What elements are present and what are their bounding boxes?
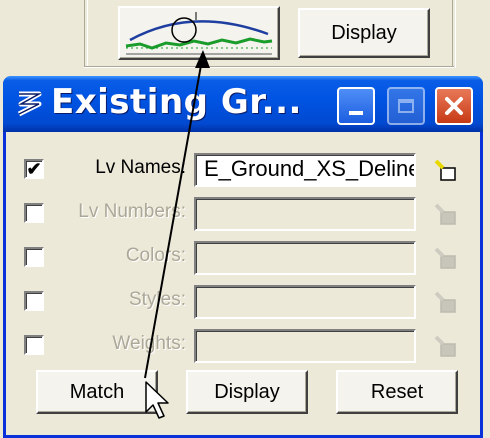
row-lv-names: ✔ Lv Names: E_Ground_XS_Deline — [6, 147, 480, 191]
panel-divider-right — [452, 0, 456, 68]
display-button-label: Display — [214, 380, 280, 403]
pick-element-icon — [434, 335, 456, 357]
profile-preview-button[interactable] — [118, 6, 280, 60]
reset-button[interactable]: Reset — [336, 370, 458, 414]
profile-graphic-icon — [122, 10, 276, 56]
row-weights: Weights: — [6, 323, 480, 367]
window-title: Existing Gr... — [51, 82, 302, 122]
row-styles: Styles: — [6, 279, 480, 323]
weights-checkbox[interactable] — [24, 335, 44, 355]
display-button-top[interactable]: Display — [298, 8, 430, 58]
styles-field — [194, 285, 416, 319]
pick-element-icon — [434, 203, 456, 225]
row-colors: Colors: — [6, 235, 480, 279]
app-icon — [17, 91, 42, 117]
colors-label: Colors: — [125, 245, 186, 266]
lv-numbers-field — [194, 197, 416, 231]
weights-field — [194, 329, 416, 363]
colors-checkbox[interactable] — [24, 247, 44, 267]
close-icon — [445, 97, 463, 115]
maximize-icon — [398, 99, 414, 113]
styles-checkbox[interactable] — [24, 291, 44, 311]
pick-element-icon — [434, 291, 456, 313]
background-panel: Display — [0, 0, 490, 78]
minimize-button[interactable] — [337, 87, 375, 125]
close-button[interactable] — [435, 87, 473, 125]
lv-numbers-label: Lv Numbers: — [78, 201, 186, 222]
lv-names-label: Lv Names: — [95, 157, 186, 178]
match-button[interactable]: Match — [36, 370, 158, 414]
display-button-top-label: Display — [331, 21, 397, 44]
pick-element-icon — [434, 247, 456, 269]
styles-label: Styles: — [128, 289, 186, 310]
row-lv-numbers: Lv Numbers: — [6, 191, 480, 235]
weights-label: Weights: — [112, 333, 186, 354]
title-bar[interactable]: Existing Gr... — [3, 76, 483, 132]
colors-field — [194, 241, 416, 275]
minimize-icon — [349, 111, 363, 115]
pick-element-icon[interactable] — [434, 159, 460, 183]
existing-ground-dialog: Existing Gr... ✔ Lv Names: E_Ground_XS_D… — [3, 76, 483, 438]
reset-button-label: Reset — [370, 380, 424, 403]
panel-divider-left — [84, 0, 88, 68]
lv-names-field[interactable]: E_Ground_XS_Deline — [194, 153, 416, 187]
display-button[interactable]: Display — [186, 370, 308, 414]
maximize-button — [387, 87, 425, 125]
lv-numbers-checkbox[interactable] — [24, 203, 44, 223]
lv-names-checkbox[interactable]: ✔ — [24, 159, 44, 179]
panel-divider-bottom — [84, 66, 454, 68]
match-button-label: Match — [69, 380, 125, 403]
